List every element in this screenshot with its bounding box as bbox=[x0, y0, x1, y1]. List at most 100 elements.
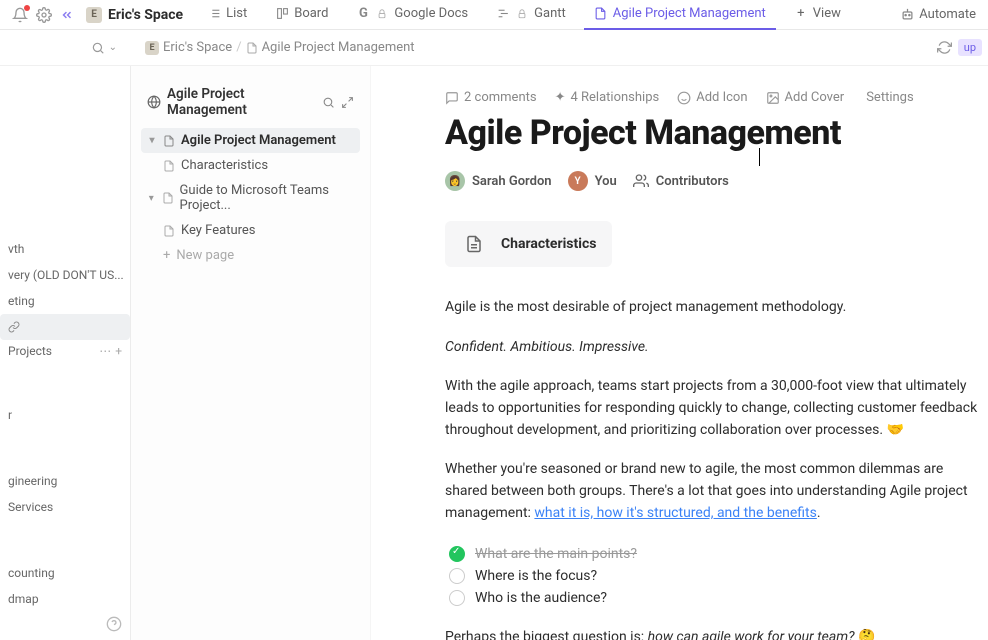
plus-icon: + bbox=[163, 248, 170, 263]
avatar: 👩 bbox=[445, 171, 465, 191]
sidebar-item[interactable]: gineering bbox=[0, 468, 130, 494]
search-icon[interactable] bbox=[91, 41, 105, 55]
add-icon-button[interactable]: Add Icon bbox=[677, 90, 747, 105]
doc-icon bbox=[163, 225, 175, 237]
comments-button[interactable]: 2 comments bbox=[445, 90, 537, 105]
person-you[interactable]: Y You bbox=[568, 171, 617, 191]
list-icon bbox=[207, 7, 221, 21]
tab-bar: E Eric's Space List Board G Google Docs … bbox=[0, 0, 988, 30]
breadcrumb-space[interactable]: E Eric's Space bbox=[145, 40, 232, 55]
chevron-down-icon[interactable]: ▾ bbox=[147, 135, 157, 146]
sidebar-item[interactable] bbox=[0, 314, 130, 340]
inline-link[interactable]: what it is, how it's structured, and the… bbox=[534, 505, 816, 521]
document-title[interactable]: Agile Project Management bbox=[445, 113, 978, 153]
smile-icon bbox=[677, 91, 691, 105]
sync-icon[interactable] bbox=[937, 40, 952, 55]
checkbox-icon[interactable] bbox=[449, 546, 465, 562]
outline-node-label: Characteristics bbox=[181, 158, 268, 173]
plus-icon: + bbox=[794, 7, 808, 21]
outline-node[interactable]: ▾ Agile Project Management bbox=[141, 128, 360, 153]
workspace-badge: E bbox=[145, 41, 159, 55]
breadcrumb-row: ⌄ E Eric's Space / Agile Project Managem… bbox=[0, 30, 988, 66]
tab-label: View bbox=[813, 6, 841, 21]
robot-icon bbox=[900, 7, 915, 22]
sidebar-item[interactable]: eting bbox=[0, 288, 130, 314]
check-item[interactable]: What are the main points? bbox=[449, 543, 978, 565]
comment-icon bbox=[445, 91, 459, 105]
paragraph[interactable]: Agile is the most desirable of project m… bbox=[445, 297, 978, 319]
characteristics-block[interactable]: Characteristics bbox=[445, 221, 612, 267]
outline-node-label: Agile Project Management bbox=[181, 133, 336, 148]
tab-label: Google Docs bbox=[394, 6, 468, 21]
sidebar-group-projects[interactable]: Projects ⋯ + bbox=[0, 340, 130, 362]
section-title: Characteristics bbox=[501, 236, 596, 252]
paragraph[interactable]: Confident. Ambitious. Impressive. bbox=[445, 337, 978, 359]
breadcrumb-page[interactable]: Agile Project Management bbox=[246, 40, 415, 55]
more-icon[interactable]: ⋯ bbox=[99, 344, 111, 358]
sidebar-item[interactable]: very (OLD DON'T US... bbox=[0, 262, 130, 288]
up-badge[interactable]: up bbox=[958, 39, 982, 56]
text-cursor bbox=[759, 148, 760, 166]
tab-label: Agile Project Management bbox=[613, 6, 766, 21]
outline-node[interactable]: Characteristics bbox=[141, 153, 360, 178]
workspace-badge: E bbox=[86, 7, 102, 23]
person-sarah[interactable]: 👩 Sarah Gordon bbox=[445, 171, 552, 191]
outline-node-label: Key Features bbox=[181, 223, 256, 238]
outline-tree: ▾ Agile Project Management Characteristi… bbox=[141, 128, 360, 268]
gantt-icon bbox=[496, 7, 510, 21]
link-icon bbox=[8, 321, 20, 333]
paragraph[interactable]: Perhaps the biggest question is: how can… bbox=[445, 627, 978, 640]
doc-icon bbox=[162, 192, 174, 204]
board-icon bbox=[275, 7, 289, 21]
doc-settings-button[interactable]: Settings bbox=[866, 90, 913, 105]
doc-icon bbox=[163, 160, 175, 172]
tab-add-view[interactable]: + View bbox=[784, 0, 851, 30]
search-icon[interactable] bbox=[322, 96, 335, 109]
relationships-button[interactable]: ✦ 4 Relationships bbox=[555, 90, 660, 105]
document-content: 2 comments ✦ 4 Relationships Add Icon Ad… bbox=[371, 66, 988, 640]
paragraph[interactable]: With the agile approach, teams start pro… bbox=[445, 376, 978, 441]
chevron-down-icon[interactable]: ▾ bbox=[147, 193, 156, 204]
chevron-down-icon[interactable]: ⌄ bbox=[109, 42, 117, 53]
plus-icon[interactable]: + bbox=[115, 344, 122, 358]
outline-node[interactable]: ▾ Guide to Microsoft Teams Project... bbox=[141, 178, 360, 218]
checkbox-icon[interactable] bbox=[449, 568, 465, 584]
sidebar-item[interactable]: Services bbox=[0, 494, 130, 520]
document-body[interactable]: Agile is the most desirable of project m… bbox=[445, 297, 978, 640]
help-icon[interactable] bbox=[106, 616, 122, 632]
tab-gantt[interactable]: Gantt bbox=[486, 0, 576, 30]
doc-icon bbox=[594, 7, 608, 21]
automate-label: Automate bbox=[919, 7, 976, 22]
sidebar-item[interactable]: dmap bbox=[0, 586, 130, 612]
tab-list[interactable]: List bbox=[197, 0, 257, 30]
sidebar-item[interactable]: counting bbox=[0, 560, 130, 586]
lock-icon bbox=[375, 7, 389, 21]
tab-google-docs[interactable]: G Google Docs bbox=[346, 0, 478, 30]
check-item[interactable]: Where is the focus? bbox=[449, 565, 978, 587]
sidebar-item[interactable]: vth bbox=[0, 236, 130, 262]
automate-button[interactable]: Automate bbox=[900, 7, 976, 22]
tab-board[interactable]: Board bbox=[265, 0, 338, 30]
contributors-button[interactable]: Contributors bbox=[633, 173, 729, 189]
sidebar-item[interactable]: r bbox=[0, 402, 130, 428]
globe-icon bbox=[147, 95, 161, 109]
google-icon: G bbox=[356, 7, 370, 21]
workspace-title[interactable]: E Eric's Space bbox=[86, 7, 183, 23]
contributors-row: 👩 Sarah Gordon Y You Contributors bbox=[445, 171, 978, 191]
lock-icon bbox=[515, 7, 529, 21]
tab-agile-project-management[interactable]: Agile Project Management bbox=[584, 0, 776, 30]
new-page-button[interactable]: + New page bbox=[141, 243, 360, 268]
check-item[interactable]: Who is the audience? bbox=[449, 587, 978, 609]
document-actions: 2 comments ✦ 4 Relationships Add Icon Ad… bbox=[445, 90, 978, 105]
collapse-sidebar-icon[interactable] bbox=[60, 8, 74, 22]
checkbox-icon[interactable] bbox=[449, 590, 465, 606]
notifications-icon[interactable] bbox=[12, 7, 28, 23]
collapse-icon[interactable] bbox=[341, 96, 354, 109]
add-cover-button[interactable]: Add Cover bbox=[766, 90, 845, 105]
page-outline-panel: Agile Project Management ▾ Agile Project… bbox=[131, 66, 371, 640]
settings-gear-icon[interactable] bbox=[36, 7, 52, 23]
doc-icon bbox=[163, 135, 175, 147]
paragraph[interactable]: Whether you're seasoned or brand new to … bbox=[445, 459, 978, 524]
tab-label: Board bbox=[294, 6, 328, 21]
outline-node[interactable]: Key Features bbox=[141, 218, 360, 243]
